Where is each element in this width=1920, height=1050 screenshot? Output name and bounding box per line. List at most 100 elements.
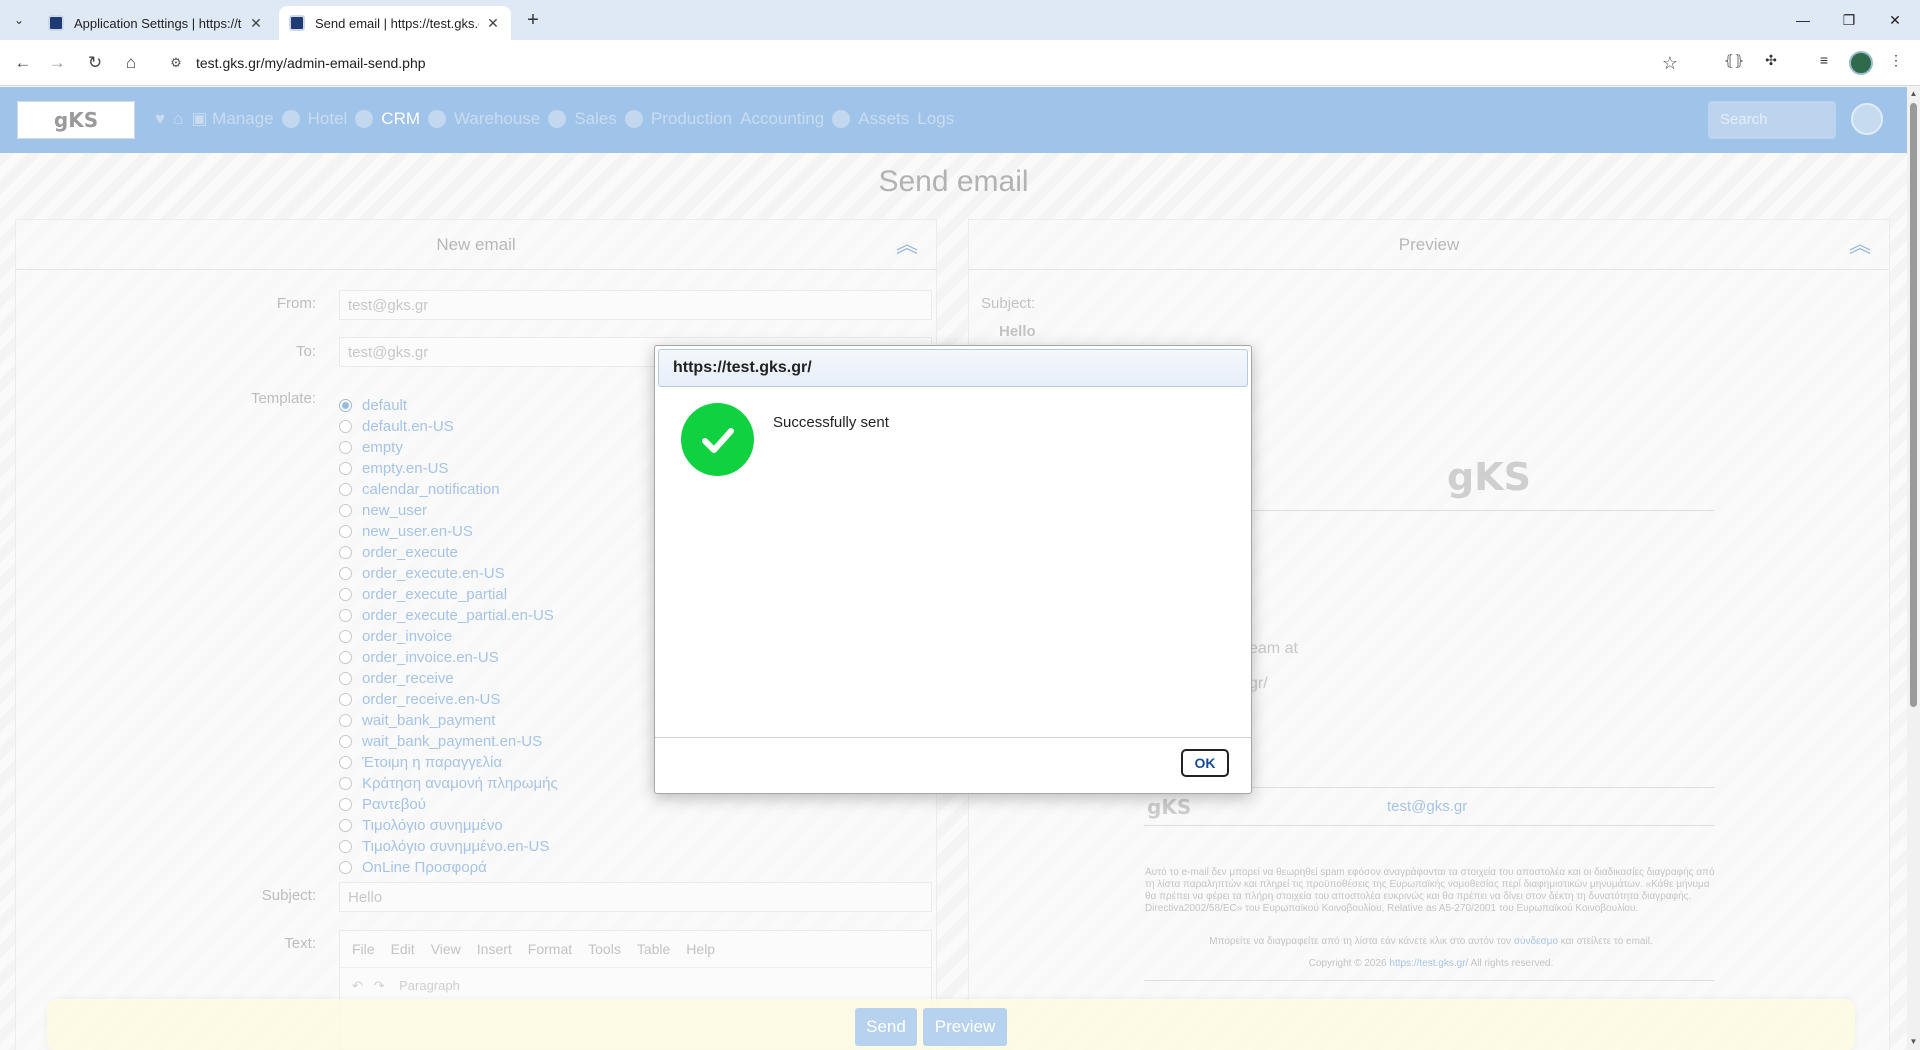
menu-item-sales[interactable]: Sales [548,109,617,129]
copyright-link[interactable]: https://test.gks.gr/ [1389,958,1468,969]
menu-item-warehouse[interactable]: Warehouse [428,109,540,129]
editor-menu-item[interactable]: File [352,941,375,957]
scroll-up-arrow-icon[interactable]: ▲ [1907,89,1920,98]
template-option[interactable]: OnLine Προσφορά [339,857,558,878]
template-option[interactable]: empty [339,437,558,458]
extension-icon[interactable]: ⦃⦄ [1722,52,1746,74]
template-radio[interactable] [339,441,352,454]
template-option[interactable]: wait_bank_payment [339,710,558,731]
template-radio[interactable] [339,756,352,769]
template-radio[interactable] [339,567,352,580]
template-radio[interactable] [339,630,352,643]
menu-item-logs[interactable]: Logs [917,109,954,129]
template-option[interactable]: order_receive [339,668,558,689]
favorites-heart-icon[interactable]: ♥ [155,109,165,129]
home-icon[interactable]: ⌂ [118,50,144,76]
template-option[interactable]: wait_bank_payment.en-US [339,731,558,752]
user-avatar[interactable] [1851,103,1883,135]
menu-item-crm[interactable]: CRM [355,109,420,129]
close-tab-icon[interactable]: ✕ [248,15,264,32]
template-option[interactable]: new_user [339,500,558,521]
template-option[interactable]: Τιμολόγιο συνημμένο.en-US [339,836,558,857]
menu-item-manage[interactable]: ▣ Manage [191,109,273,129]
back-arrow-icon[interactable]: ← [10,50,36,76]
block-format-select[interactable]: Paragraph [399,978,460,993]
media-control-icon[interactable]: ≡ [1812,52,1836,74]
site-info-icon[interactable]: ⚙ [166,55,186,71]
template-option[interactable]: Έτοιμη η παραγγελία [339,752,558,773]
template-radio[interactable] [339,714,352,727]
template-radio[interactable] [339,861,352,874]
close-window-button[interactable]: ✕ [1872,8,1918,32]
template-option[interactable]: order_execute [339,542,558,563]
preview-button[interactable]: Preview [923,1008,1007,1046]
minimize-button[interactable]: — [1780,8,1826,32]
profile-avatar[interactable] [1849,51,1873,75]
template-option[interactable]: calendar_notification [339,479,558,500]
editor-menu-item[interactable]: Format [528,941,572,957]
template-radio[interactable] [339,798,352,811]
template-option[interactable]: default.en-US [339,416,558,437]
template-option[interactable]: Τιμολόγιο συνημμένο [339,815,558,836]
editor-menu-item[interactable]: Insert [477,941,512,957]
search-input[interactable]: Search [1708,101,1836,139]
home-icon[interactable]: ⌂ [173,109,183,129]
bookmark-star-icon[interactable]: ☆ [1662,53,1678,74]
editor-menu-item[interactable]: Tools [588,941,621,957]
tab-application-settings[interactable]: Application Settings | https://te ✕ [38,6,274,40]
template-option[interactable]: empty.en-US [339,458,558,479]
template-option[interactable]: new_user.en-US [339,521,558,542]
forward-arrow-icon[interactable]: → [44,50,70,76]
template-radio[interactable] [339,735,352,748]
template-option[interactable]: order_execute_partial [339,584,558,605]
template-option[interactable]: Ραντεβού [339,794,558,815]
template-radio[interactable] [339,399,352,412]
template-radio[interactable] [339,672,352,685]
editor-menu-item[interactable]: Table [637,941,670,957]
from-field[interactable]: test@gks.gr [339,290,932,320]
close-tab-icon[interactable]: ✕ [485,15,501,32]
template-radio[interactable] [339,840,352,853]
extensions-puzzle-icon[interactable]: ✣ [1759,52,1783,74]
preview-footer-email[interactable]: test@gks.gr [1387,798,1467,815]
template-radio[interactable] [339,588,352,601]
undo-icon[interactable]: ↶ [352,978,363,993]
app-logo[interactable]: gKS [17,101,135,139]
template-option[interactable]: order_invoice.en-US [339,647,558,668]
redo-icon[interactable]: ↷ [374,978,385,993]
tab-send-email[interactable]: Send email | https://test.gks.gr/ ✕ [279,6,511,40]
template-option[interactable]: order_execute_partial.en-US [339,605,558,626]
template-radio[interactable] [339,462,352,475]
subject-field[interactable]: Hello [339,882,932,912]
template-radio[interactable] [339,483,352,496]
scrollbar-thumb[interactable] [1910,103,1917,707]
template-radio[interactable] [339,609,352,622]
menu-item-production[interactable]: Production [624,109,732,129]
menu-item-hotel[interactable]: Hotel [281,109,347,129]
template-option[interactable]: order_invoice [339,626,558,647]
template-option[interactable]: default [339,395,558,416]
browser-menu-icon[interactable]: ⋮ [1884,52,1908,74]
reload-icon[interactable]: ↻ [82,50,108,76]
collapse-chevron-icon[interactable]: ︽ [1849,220,1871,270]
unsubscribe-link[interactable]: σύνδεσμο [1514,936,1558,947]
scroll-down-arrow-icon[interactable]: ▼ [1907,1037,1920,1046]
template-option[interactable]: order_receive.en-US [339,689,558,710]
page-scrollbar[interactable]: ▲ ▼ [1907,87,1920,1050]
template-radio[interactable] [339,819,352,832]
template-radio[interactable] [339,546,352,559]
send-button[interactable]: Send [855,1008,917,1046]
template-radio[interactable] [339,525,352,538]
restore-button[interactable]: ❐ [1826,8,1872,32]
collapse-chevron-icon[interactable]: ︽ [896,220,918,270]
editor-menu-item[interactable]: Help [686,941,715,957]
template-radio[interactable] [339,651,352,664]
template-radio[interactable] [339,777,352,790]
address-bar[interactable]: ⚙ test.gks.gr/my/admin-email-send.php ☆ [160,47,1690,79]
template-radio[interactable] [339,504,352,517]
ok-button[interactable]: OK [1181,749,1229,777]
menu-item-assets[interactable]: Assets [832,109,909,129]
template-radio[interactable] [339,693,352,706]
template-option[interactable]: order_execute.en-US [339,563,558,584]
editor-menu-item[interactable]: Edit [391,941,415,957]
